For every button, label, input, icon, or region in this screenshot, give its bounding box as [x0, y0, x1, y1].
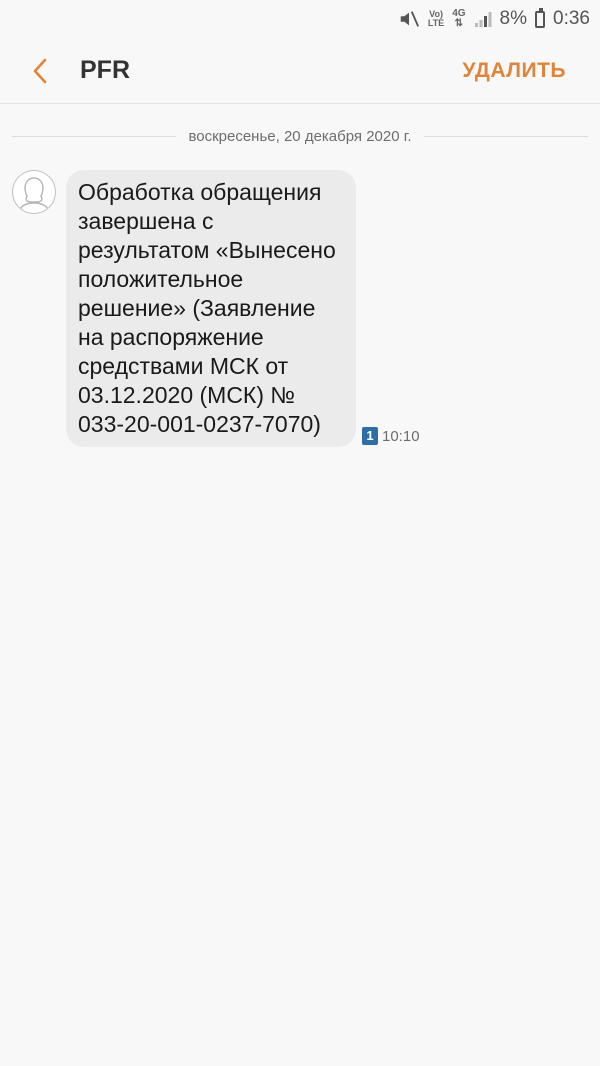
battery-icon [535, 7, 546, 28]
chevron-left-icon [33, 58, 47, 83]
sim-badge: 1 [362, 427, 378, 445]
signal-icon [474, 10, 492, 28]
status-bar: Vo) LTE 4G ⇅ 8% 0:36 [0, 0, 600, 38]
divider-line [423, 136, 588, 137]
battery-percent: 8% [499, 8, 528, 29]
network-4g-icon: 4G ⇅ [452, 8, 466, 29]
message-time: 10:10 [382, 427, 420, 445]
app-bar: PFR УДАЛИТЬ [0, 38, 600, 104]
person-avatar-icon[interactable] [12, 170, 56, 214]
mute-icon [398, 8, 420, 30]
contact-title: PFR [80, 56, 130, 84]
back-button[interactable] [0, 38, 80, 104]
delete-button[interactable]: УДАЛИТЬ [462, 59, 600, 83]
message-bubble[interactable]: Обработка обращения завершена с результа… [66, 170, 356, 447]
message-meta: 1 10:10 [362, 427, 420, 445]
date-label: воскресенье, 20 декабря 2020 г. [188, 128, 412, 145]
clock: 0:36 [553, 8, 590, 29]
divider-line [12, 136, 177, 137]
volte-icon: Vo) LTE [427, 9, 445, 28]
date-divider: воскресенье, 20 декабря 2020 г. [12, 128, 588, 145]
message-row[interactable]: Обработка обращения завершена с результа… [12, 170, 420, 447]
